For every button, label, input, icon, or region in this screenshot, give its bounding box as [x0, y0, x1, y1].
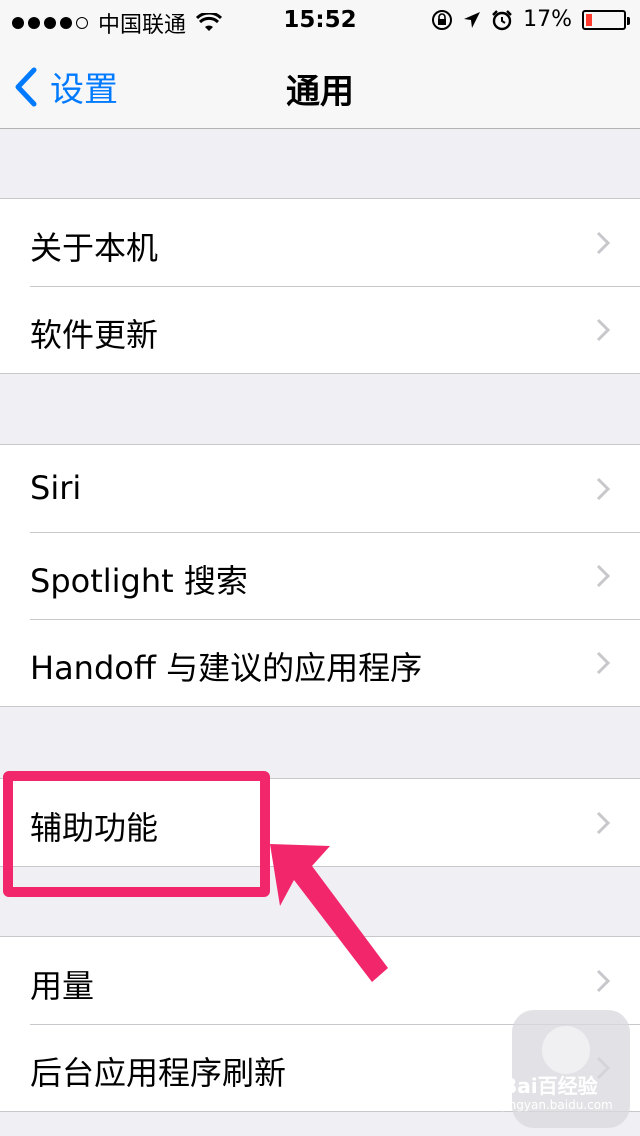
watermark: Bai百经验 jingyan.baidu.com [492, 1010, 632, 1130]
watermark-brand: Bai百经验 [502, 1074, 598, 1098]
watermark-url: jingyan.baidu.com [502, 1098, 613, 1112]
pointer-arrow-icon [270, 844, 388, 982]
